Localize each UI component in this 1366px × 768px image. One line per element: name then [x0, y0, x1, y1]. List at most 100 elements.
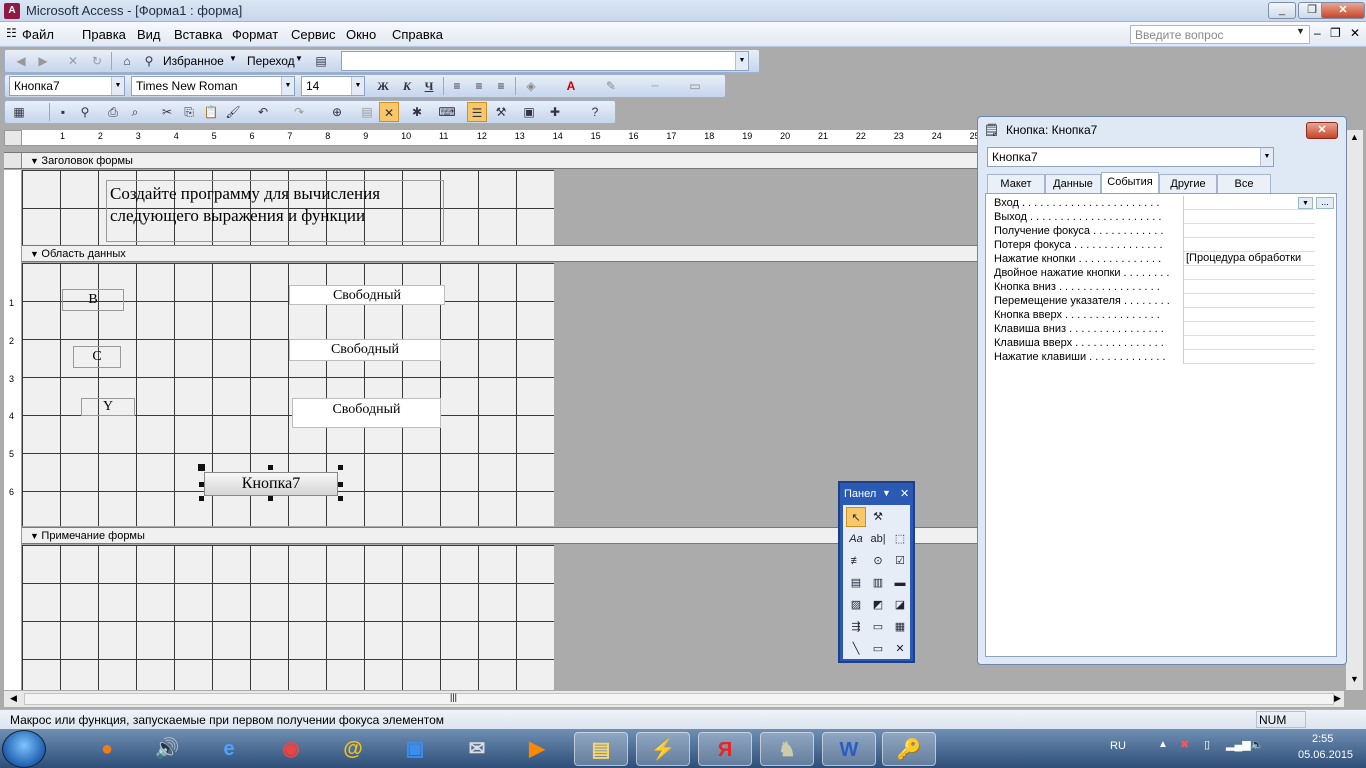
resize-handle[interactable]: [199, 496, 204, 501]
properties-close-button[interactable]: ✕: [1306, 122, 1338, 139]
help-dropdown-icon[interactable]: ▼: [1296, 26, 1305, 36]
tool-icon[interactable]: ⚡: [636, 732, 690, 766]
maxthon-icon[interactable]: ▣: [388, 732, 442, 766]
home-icon[interactable]: ⌂: [117, 51, 137, 71]
scroll-up-icon[interactable]: ▲: [1350, 132, 1359, 142]
align-left-icon[interactable]: ≡: [447, 76, 467, 96]
line-width-icon[interactable]: ┈: [645, 76, 665, 96]
fill-color-icon[interactable]: ◈: [521, 76, 541, 96]
select-objects-icon[interactable]: ↖: [846, 507, 866, 527]
toolbox-title[interactable]: Панел: [844, 488, 876, 500]
minimize-button[interactable]: _: [1268, 2, 1296, 19]
rectangle-tool-icon[interactable]: ▭: [868, 639, 888, 659]
tab-other[interactable]: Другие: [1159, 174, 1217, 194]
cut-icon[interactable]: ✂: [157, 102, 177, 122]
help-icon[interactable]: ?: [585, 102, 605, 122]
show-only-web-icon[interactable]: ▤: [311, 51, 331, 71]
signal-icon[interactable]: ▂▄▆: [1226, 738, 1251, 751]
section-bar-footer[interactable]: ▼ Примечание формы: [4, 527, 977, 544]
detail-grid[interactable]: B C Y Свободный Свободный Свободный Кноп…: [22, 263, 554, 526]
search-icon[interactable]: ⚲: [139, 51, 159, 71]
property-row[interactable]: Двойное нажатие кнопки . . . . . . . .: [994, 266, 1315, 281]
menu-help[interactable]: Справка: [392, 27, 443, 42]
checkbox-tool-icon[interactable]: ☑: [890, 551, 910, 571]
doc-close-button[interactable]: ✕: [1350, 26, 1360, 40]
ruler-corner[interactable]: [4, 130, 22, 146]
label-c[interactable]: C: [73, 346, 121, 368]
label-y[interactable]: Y: [81, 398, 135, 416]
tab-layout[interactable]: Макет: [987, 174, 1045, 194]
view-icon[interactable]: ▦: [9, 102, 29, 122]
toolbox-menu-icon[interactable]: ▼: [882, 488, 891, 498]
bound-object-icon[interactable]: ◪: [890, 595, 910, 615]
clock-time[interactable]: 2:55: [1312, 733, 1333, 745]
forward-icon[interactable]: ▶: [33, 51, 53, 71]
page-break-icon[interactable]: ⇶: [846, 617, 866, 637]
wizard-icon[interactable]: ⚒: [868, 507, 888, 527]
option-button-icon[interactable]: ⊙: [868, 551, 888, 571]
ie-icon[interactable]: e: [202, 732, 256, 766]
resize-handle[interactable]: [338, 496, 343, 501]
horizontal-scrollbar[interactable]: ◀ ||| ▶: [4, 690, 1344, 707]
property-row[interactable]: Вход . . . . . . . . . . . . . . . . . .…: [994, 196, 1315, 211]
code-icon[interactable]: ⌨: [437, 102, 457, 122]
back-icon[interactable]: ◀: [11, 51, 31, 71]
file-search-icon[interactable]: ⚲: [75, 102, 95, 122]
menu-tools[interactable]: Сервис: [291, 27, 336, 42]
menu-edit[interactable]: Правка: [82, 27, 126, 42]
resize-handle[interactable]: [268, 496, 273, 501]
word-icon[interactable]: W: [822, 732, 876, 766]
footer-grid[interactable]: [22, 545, 554, 690]
explorer-icon[interactable]: ▤: [574, 732, 628, 766]
font-selector[interactable]: Times New Roman ▼: [131, 76, 295, 96]
resize-handle[interactable]: [338, 482, 343, 487]
form-menu-icon[interactable]: ☷: [6, 26, 17, 40]
menu-insert[interactable]: Вставка: [174, 27, 222, 42]
align-center-icon[interactable]: ≡: [469, 76, 489, 96]
subform-icon[interactable]: ▦: [890, 617, 910, 637]
unbound-object-icon[interactable]: ◩: [868, 595, 888, 615]
header-label[interactable]: Создайте программу для вычисления следую…: [106, 180, 444, 242]
volume-icon[interactable]: 🔈: [1250, 738, 1264, 751]
hyperlink-icon[interactable]: ⊕: [327, 102, 347, 122]
vertical-scrollbar[interactable]: ▲ ▼: [1345, 130, 1363, 690]
refresh-icon[interactable]: ↻: [87, 51, 107, 71]
format-painter-icon[interactable]: 🖌: [223, 102, 243, 122]
scroll-thumb[interactable]: |||: [24, 692, 1334, 705]
property-row[interactable]: Перемещение указателя . . . . . . . .: [994, 294, 1315, 309]
redo-icon[interactable]: ↷: [289, 102, 309, 122]
mail-at-icon[interactable]: @: [326, 732, 380, 766]
media-icon[interactable]: ▶: [510, 732, 564, 766]
builder-icon[interactable]: ⚒: [491, 102, 511, 122]
italic-button[interactable]: К: [397, 76, 417, 96]
property-row[interactable]: Клавиша вниз . . . . . . . . . . . . . .…: [994, 322, 1315, 337]
image-tool-icon[interactable]: ▨: [846, 595, 866, 615]
property-dropdown-icon[interactable]: ▼: [1298, 197, 1313, 209]
resize-handle[interactable]: [338, 465, 343, 470]
option-group-icon[interactable]: ⬚: [890, 529, 910, 549]
help-search-input[interactable]: Введите вопрос: [1130, 25, 1310, 44]
language-indicator[interactable]: RU: [1110, 740, 1126, 752]
section-bar-detail[interactable]: ▼ Область данных: [4, 245, 977, 262]
database-window-icon[interactable]: ▣: [519, 102, 539, 122]
device-icon[interactable]: ▯: [1204, 738, 1210, 751]
textbox-y[interactable]: Свободный: [292, 398, 441, 428]
tray-arrow-icon[interactable]: ▲: [1158, 739, 1168, 750]
game-icon[interactable]: ♞: [760, 732, 814, 766]
property-row[interactable]: Выход . . . . . . . . . . . . . . . . . …: [994, 210, 1315, 225]
address-field[interactable]: ▼: [341, 51, 749, 71]
tab-events[interactable]: События: [1101, 172, 1159, 194]
menu-window[interactable]: Окно: [346, 27, 376, 42]
paste-icon[interactable]: 📋: [201, 102, 221, 122]
bold-button[interactable]: Ж: [373, 76, 393, 96]
property-row[interactable]: Нажатие клавиши . . . . . . . . . . . . …: [994, 350, 1315, 365]
property-builder-button[interactable]: ...: [1316, 197, 1334, 209]
print-icon[interactable]: ⎙: [103, 102, 123, 122]
font-color-icon[interactable]: A: [561, 76, 581, 96]
undo-icon[interactable]: ↶: [253, 102, 273, 122]
combobox-tool-icon[interactable]: ▤: [846, 573, 866, 593]
save-icon[interactable]: ▪: [53, 102, 73, 122]
move-handle[interactable]: [198, 464, 205, 471]
toolbox-close-icon[interactable]: ✕: [900, 487, 909, 500]
favorites-menu[interactable]: Избранное: [163, 54, 224, 68]
